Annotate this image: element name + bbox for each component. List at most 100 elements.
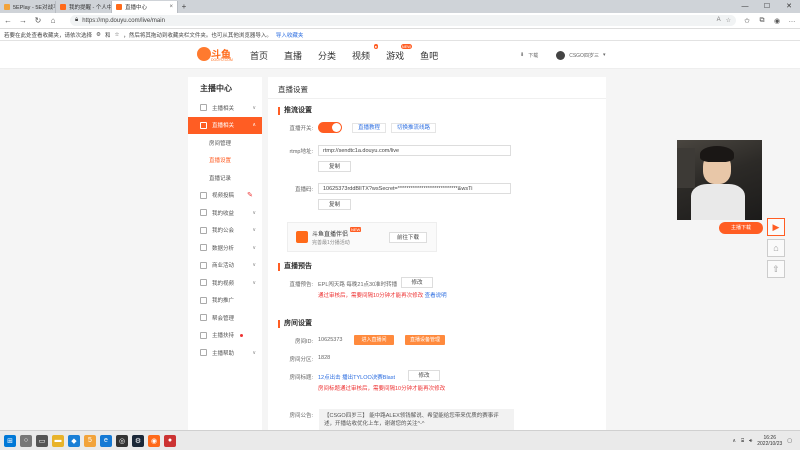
live-switch-label: 直播开关: [289,126,313,132]
sidebar-item-label: 数据分析 [212,245,235,252]
download-companion-button[interactable]: 前往下载 [389,232,427,243]
sidebar-item-label: 我的推广 [212,298,235,305]
network-icon[interactable]: ⌸ [741,438,744,444]
copy-stream-key-button[interactable]: 复制 [318,199,351,210]
sidebar-item-anchor[interactable]: 主播相关 ∨ [188,99,262,117]
section-live-preview: 直播预告 [278,263,312,271]
sidebar-item-guild[interactable]: 我的公会 ∨ [188,222,262,240]
nav-label: 首页 [250,50,269,61]
store-icon[interactable]: ◆ [68,434,80,447]
profile-icon[interactable]: ◉ [773,17,781,25]
live-settings-panel: 直播设置 推流设置 直播开关: 直播教程 切换推流线路 rtmp地址: rtmp… [268,77,606,437]
file-explorer-icon[interactable]: ▬ [52,434,64,447]
task-view-icon[interactable]: ▭ [36,434,48,447]
guild-icon [200,226,207,234]
new-tab-button[interactable]: + [178,1,190,13]
avatar[interactable] [556,50,566,60]
sidebar-item-live[interactable]: 直播相关 ∧ [188,116,262,134]
live-tutorial-link[interactable]: 直播教程 [352,123,387,133]
view-explanation-link[interactable]: 查看说明 [425,293,447,299]
douyu-app-icon[interactable]: ◉ [148,434,160,447]
sidebar-item-promotion[interactable]: 我的推广 [188,292,262,310]
room-notice-label: 房间公告: [289,413,313,419]
stream-key-field[interactable]: 10625373rddBlITX?wsSecret=**************… [318,183,511,194]
read-aloud-icon[interactable]: A [717,17,721,24]
username[interactable]: CSGO四岁三 [569,52,599,59]
close-window-icon[interactable]: ✕ [778,0,800,13]
edge-browser-icon[interactable]: e [100,434,112,447]
collections-icon[interactable]: ⧉ [758,17,766,25]
sidebar-item-label: 主播帮助 [212,350,235,357]
back-to-top-icon[interactable]: ⇧ [767,260,785,278]
nav-fishbar[interactable]: 鱼吧 [420,49,438,62]
close-icon[interactable]: × [169,4,173,10]
anchor-download-button[interactable]: 主播下载 [719,222,763,234]
play-icon[interactable]: ▶ [767,218,785,236]
back-icon[interactable]: ← [4,16,12,25]
chevron-down-icon: ∨ [252,244,256,251]
sidebar-item-video-submit[interactable]: 视频投稿 ✎ [188,187,262,205]
favorite-star-icon[interactable]: ☆ [726,17,731,24]
sidebar-item-room-manage[interactable]: 房间管理 [188,134,262,152]
notification-icon[interactable]: ▢ [787,438,792,444]
download-icon[interactable]: ⬇ [520,52,524,58]
windows-start-icon[interactable]: ⊞ [4,434,16,447]
browser-tab-reminders[interactable]: 我的提醒 - 个人中心 - 斗鱼 × [56,1,112,13]
import-favorites-link[interactable]: 导入收藏夹 [276,31,304,39]
device-manage-button[interactable]: 直播设备管理 [405,335,445,345]
browser-tab-5eplay[interactable]: 5EPlay - 5E对战平台首页 × [0,1,56,13]
more-menu-icon[interactable]: … [788,17,796,24]
live-switch-toggle[interactable] [318,122,342,133]
copy-rtmp-button[interactable]: 复制 [318,161,351,172]
sidebar-item-label: 我的收益 [212,210,235,217]
sidebar-item-clan[interactable]: 帮会管理 [188,309,262,327]
clan-icon [200,314,207,322]
system-clock[interactable]: 16:26 2022/10/23 [757,435,782,447]
enter-room-button[interactable]: 进入直播间 [354,335,394,345]
sidebar-item-label: 帮会管理 [212,315,235,322]
forward-icon[interactable]: → [19,16,27,25]
obs-icon[interactable]: ● [164,434,176,447]
switch-stream-line-link[interactable]: 切换推流线路 [391,123,437,133]
sidebar-item-earnings[interactable]: 我的收益 ∨ [188,204,262,222]
browser-tab-live-center[interactable]: 直播中心 × [112,1,178,13]
edit-preview-button[interactable]: 修改 [401,277,433,288]
sidebar-item-live-records[interactable]: 直播记录 [188,169,262,187]
rtmp-address-field[interactable]: rtmp://sendtc1a.douyu.com/live [318,145,511,156]
thumbs-up-icon [200,331,207,339]
home-icon[interactable]: ⌂ [767,239,785,257]
sidebar-item-live-settings[interactable]: 直播设置 [188,152,262,170]
briefcase-icon [200,261,207,269]
app-5e-icon[interactable]: 5 [84,434,96,447]
sidebar-item-data-analysis[interactable]: 数据分析 ∨ [188,239,262,257]
sidebar-item-my-videos[interactable]: 我的视频 ∨ [188,274,262,292]
home-icon[interactable]: ⌂ [49,16,57,25]
edit-room-title-button[interactable]: 修改 [408,370,440,381]
minimize-icon[interactable]: — [734,0,756,13]
refresh-icon[interactable]: ↻ [34,16,42,25]
sidebar-item-support[interactable]: 主播扶持 [188,327,262,345]
sidebar-item-business[interactable]: 商业活动 ∨ [188,257,262,275]
room-id-value: 10625373 [318,337,343,343]
section-room-settings: 房间设置 [278,320,312,328]
chevron-down-icon[interactable]: ▾ [603,52,606,58]
fish-logo-icon [197,47,211,61]
sidebar-item-help[interactable]: 主播帮助 ∨ [188,344,262,362]
url-input[interactable]: 🔒︎ https://mp.douyu.com/live/main A ☆ [70,15,736,26]
search-icon[interactable]: ○ [20,434,32,447]
nav-games[interactable]: 游戏 NEW [386,43,413,62]
nav-home[interactable]: 首页 [250,49,268,62]
nav-video[interactable]: 视频 ● [352,43,379,62]
download-link[interactable]: 下载 [528,52,538,59]
wallet-icon [200,209,207,217]
maximize-icon[interactable]: ☐ [756,0,778,13]
app-icon[interactable]: ◎ [116,434,128,447]
steam-icon[interactable]: ⚙ [132,434,144,447]
address-bar: ← → ↻ ⌂ 🔒︎ https://mp.douyu.com/live/mai… [0,13,800,29]
volume-icon[interactable]: 🔊︎ [749,438,752,444]
favorites-icon[interactable]: ✩ [743,17,751,25]
nav-live[interactable]: 直播 [284,49,302,62]
chevron-up-icon[interactable]: ∧ [732,438,736,444]
douyu-logo[interactable]: 斗鱼 DOUYU.COM [197,45,237,65]
nav-category[interactable]: 分类 [318,49,336,62]
